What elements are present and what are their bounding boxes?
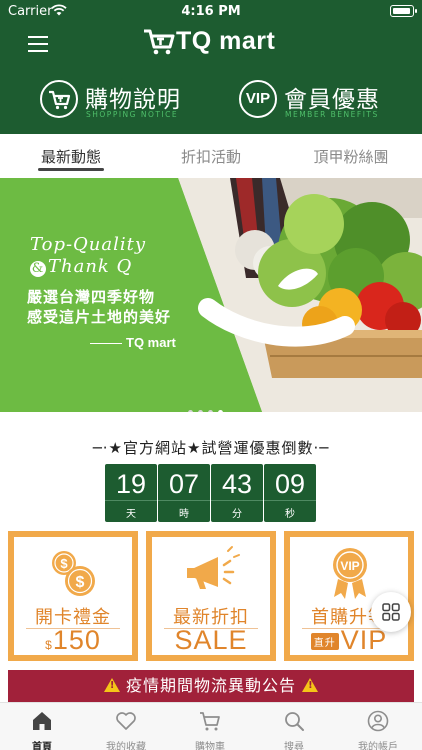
banner-slogan-2: 感受這片土地的美好	[27, 308, 172, 326]
promo-card-welcome-bonus[interactable]: $ $ 開卡禮金 $150	[8, 531, 138, 661]
countdown-unit: 秒	[285, 509, 295, 520]
cart-icon	[200, 712, 220, 731]
tabbar-search[interactable]: 搜尋	[252, 707, 336, 750]
member-benefits-title: 會員優惠	[284, 87, 380, 113]
tabbar-favorites[interactable]: 我的收藏	[84, 707, 168, 750]
banner-tagline-2: & Thank Q	[30, 256, 132, 277]
countdown-unit: 分	[232, 509, 242, 520]
countdown-hours: 07 時	[158, 464, 210, 522]
banner-divider	[90, 343, 122, 344]
member-benefits-link[interactable]: VIP 會員優惠 MEMBER BENEFITS	[239, 78, 389, 122]
banner-tagline-1: Top-Quality	[30, 234, 147, 255]
tab-fan-page[interactable]: 頂甲粉絲團	[281, 146, 421, 167]
countdown-value: 19	[115, 469, 147, 499]
app-header: Carrier 4:16 PM TQ mart 購物說明 SHOPPING NO…	[0, 0, 422, 134]
grid-icon	[382, 603, 400, 621]
tabbar-label: 購物車	[195, 742, 225, 750]
svg-text:$: $	[76, 574, 85, 591]
logo-cart-icon	[144, 29, 175, 55]
banner-slogan-1: 嚴選台灣四季好物	[27, 288, 156, 306]
warning-icon	[302, 678, 319, 692]
banner-brand: TQ mart	[126, 335, 176, 350]
carousel-dot-active[interactable]	[218, 410, 223, 412]
countdown-value: 07	[168, 469, 200, 499]
tabbar-label: 首頁	[32, 742, 52, 750]
countdown-title: ─·★官方網站★試營運優惠倒數·─	[92, 439, 330, 457]
carousel-dot[interactable]	[208, 410, 213, 412]
warning-icon	[103, 678, 120, 692]
promo-currency: $	[45, 638, 53, 652]
shopping-notice-subtitle: SHOPPING NOTICE	[86, 110, 179, 119]
promo-amount-value: 150	[52, 625, 101, 655]
tab-discounts[interactable]: 折扣活動	[141, 146, 281, 167]
countdown-value: 09	[274, 469, 306, 499]
svg-text:VIP: VIP	[340, 559, 359, 573]
shopping-cart-icon	[40, 80, 78, 118]
shopping-notice-link[interactable]: 購物說明 SHOPPING NOTICE	[40, 78, 190, 122]
logistics-notice-banner[interactable]: 疫情期間物流異動公告	[8, 670, 414, 702]
carousel-dot[interactable]	[198, 410, 203, 412]
banner-tagline-2-text: Thank Q	[48, 256, 133, 277]
tab-latest-news[interactable]: 最新動態	[1, 146, 141, 167]
tabbar-label: 搜尋	[284, 742, 304, 750]
carousel-indicator[interactable]	[188, 400, 228, 412]
countdown-unit: 天	[126, 509, 136, 520]
countdown-value: 43	[221, 469, 253, 499]
bottom-tab-bar: 首頁 我的收藏 購物車 搜尋 我的帳戶	[0, 702, 422, 750]
promo-upgrade-tag: 直升	[310, 633, 339, 651]
carousel-dot[interactable]	[188, 410, 193, 412]
ampersand-badge: &	[30, 261, 46, 277]
active-tab-indicator	[38, 168, 104, 171]
logo-text: TQ mart	[176, 27, 276, 55]
promo-vip-value: VIP	[340, 625, 388, 655]
status-time: 4:16 PM	[181, 4, 241, 19]
promo-card-sale[interactable]: 最新折扣 SALE	[146, 531, 276, 661]
megaphone-icon	[187, 546, 240, 589]
vip-medal-icon: VIP	[333, 548, 367, 599]
promo-amount: $150	[14, 625, 132, 656]
tabbar-account[interactable]: 我的帳戶	[336, 707, 420, 750]
status-bar: Carrier 4:16 PM	[0, 0, 422, 24]
countdown-days: 19 天	[105, 464, 157, 522]
quick-menu-button[interactable]	[371, 592, 411, 632]
shopping-notice-title: 購物說明	[85, 87, 181, 113]
account-icon	[367, 710, 389, 732]
app-logo: TQ mart	[140, 24, 282, 60]
svg-text:$: $	[60, 556, 68, 571]
tabbar-label: 我的收藏	[106, 742, 146, 750]
tabbar-cart[interactable]: 購物車	[168, 707, 252, 750]
home-icon	[33, 712, 51, 730]
menu-button[interactable]	[28, 34, 50, 52]
promo-banner[interactable]: Top-Quality & Thank Q 嚴選台灣四季好物 感受這片土地的美好 …	[0, 178, 422, 412]
countdown-minutes: 43 分	[211, 464, 263, 522]
countdown-seconds: 09 秒	[264, 464, 316, 522]
battery-icon	[390, 5, 417, 17]
tabbar-home[interactable]: 首頁	[0, 707, 84, 750]
search-icon	[285, 712, 304, 731]
promo-sale-text: SALE	[174, 625, 248, 655]
coins-icon: $ $	[52, 551, 95, 596]
countdown-unit: 時	[179, 509, 189, 520]
tabbar-label: 我的帳戶	[358, 742, 398, 750]
heart-icon	[116, 712, 136, 730]
notice-text: 疫情期間物流異動公告	[125, 676, 296, 695]
vip-badge-icon: VIP	[239, 80, 277, 118]
content-tabs: 最新動態 折扣活動 頂甲粉絲團	[0, 134, 422, 178]
member-benefits-subtitle: MEMBER BENEFITS	[285, 110, 379, 119]
